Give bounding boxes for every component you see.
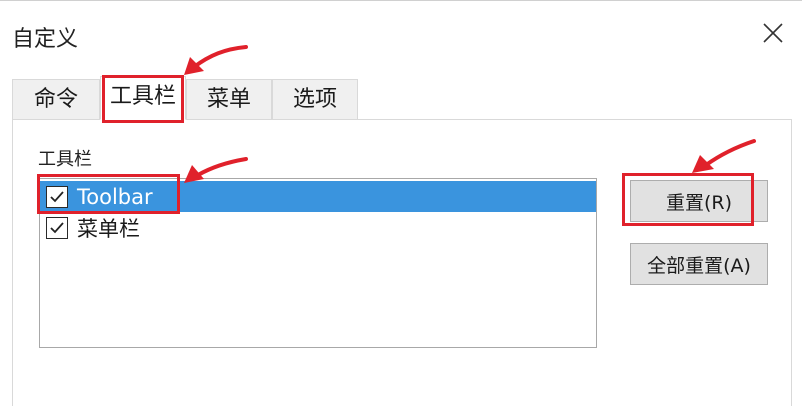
toolbars-list[interactable]: Toolbar 菜单栏: [39, 178, 597, 348]
dialog-title: 自定义: [12, 27, 79, 52]
tab-options[interactable]: 选项: [272, 79, 358, 119]
tab-menus[interactable]: 菜单: [186, 79, 272, 119]
customize-dialog: 自定义 命令 工具栏 菜单 选项 工具栏 Toolbar 菜单栏 重置(R) 全…: [0, 0, 802, 406]
checkmark-icon: [50, 190, 64, 202]
close-button[interactable]: [755, 15, 791, 51]
list-item[interactable]: Toolbar: [40, 181, 596, 212]
checkmark-icon: [50, 221, 64, 233]
reset-all-button-label: 全部重置(A): [647, 254, 751, 277]
toolbars-label: 工具栏: [38, 149, 92, 170]
arrow-icon: [184, 45, 248, 75]
tab-label: 命令: [33, 87, 78, 112]
reset-button[interactable]: 重置(R): [630, 180, 768, 222]
tab-toolbars[interactable]: 工具栏: [100, 76, 186, 120]
checkbox-menubar[interactable]: [46, 216, 68, 239]
tab-label: 选项: [292, 87, 337, 112]
tab-label: 菜单: [206, 87, 251, 112]
list-item-label: Toolbar: [77, 184, 153, 209]
reset-button-label: 重置(R): [665, 191, 733, 214]
close-icon: [763, 23, 783, 43]
reset-all-button[interactable]: 全部重置(A): [630, 243, 768, 285]
tab-bar: 命令 工具栏 菜单 选项: [12, 76, 792, 120]
tab-label: 工具栏: [109, 84, 176, 109]
list-item-label: 菜单栏: [77, 216, 140, 241]
list-item[interactable]: 菜单栏: [40, 212, 596, 243]
tab-commands[interactable]: 命令: [12, 79, 100, 119]
checkbox-toolbar[interactable]: [46, 185, 68, 208]
